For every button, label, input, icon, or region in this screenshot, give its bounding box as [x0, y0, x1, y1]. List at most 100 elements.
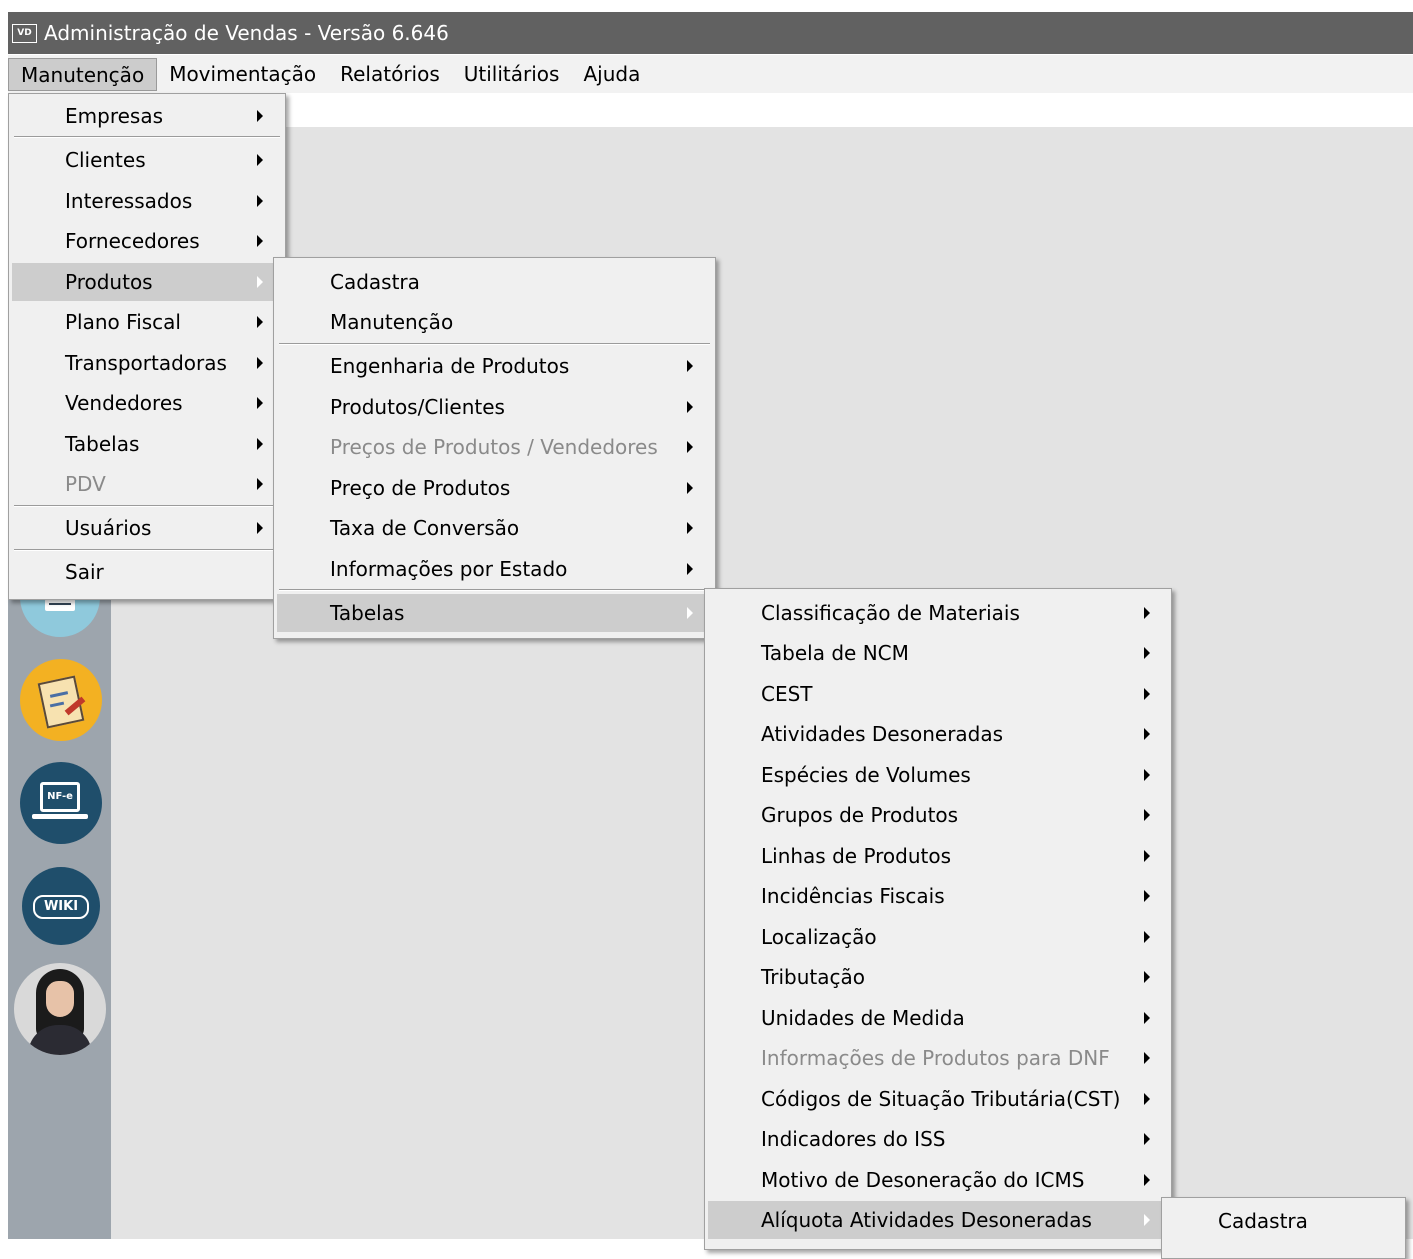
menu-separator: [14, 549, 280, 551]
menu-item-label: Grupos de Produtos: [761, 803, 959, 827]
menu-item-tabela-de-ncm[interactable]: Tabela de NCM: [708, 634, 1168, 672]
menu-item-pdv[interactable]: PDV: [12, 465, 282, 503]
submenu-arrow-icon: [687, 607, 693, 619]
menu-manutencao-dropdown: Empresas Clientes Interessados Fornecedores…: [8, 93, 286, 600]
menu-item-engenharia-de-produtos[interactable]: Engenharia de Produtos: [277, 347, 712, 385]
submenu-arrow-icon: [687, 522, 693, 534]
submenu-arrow-icon: [257, 276, 263, 288]
menu-item-preco-de-produtos[interactable]: Preço de Produtos: [277, 469, 712, 507]
menu-item-label: Sair: [65, 560, 104, 584]
submenu-arrow-icon: [687, 360, 693, 372]
menu-item-vendedores[interactable]: Vendedores: [12, 384, 282, 422]
menu-movimentacao[interactable]: Movimentação: [157, 58, 328, 91]
submenu-arrow-icon: [1144, 769, 1150, 781]
menu-ajuda[interactable]: Ajuda: [571, 58, 652, 91]
menu-item-empresas[interactable]: Empresas: [12, 97, 282, 135]
menu-item-grupos-de-produtos[interactable]: Grupos de Produtos: [708, 796, 1168, 834]
document-edit-icon[interactable]: [20, 659, 102, 741]
menu-item-label: Preços de Produtos / Vendedores: [330, 435, 658, 459]
submenu-arrow-icon: [1144, 607, 1150, 619]
menu-item-precos-de-produtos-vendedores[interactable]: Preços de Produtos / Vendedores: [277, 428, 712, 466]
nfe-laptop-icon[interactable]: NF-e: [20, 762, 102, 844]
menu-item-produtos-clientes[interactable]: Produtos/Clientes: [277, 388, 712, 426]
title-bar: VD Administração de Vendas - Versão 6.64…: [8, 12, 1413, 54]
wiki-icon[interactable]: WIKI: [22, 867, 100, 945]
submenu-arrow-icon: [1144, 931, 1150, 943]
submenu-arrow-icon: [1144, 1012, 1150, 1024]
menu-item-sair[interactable]: Sair: [12, 553, 282, 591]
nfe-label: NF-e: [47, 791, 73, 802]
menu-item-label: Cadastra: [330, 270, 420, 294]
menu-item-label: Tabela de NCM: [761, 641, 909, 665]
menu-item-label: Informações por Estado: [330, 557, 568, 581]
menu-item-label: CEST: [761, 682, 813, 706]
menu-item-taxa-de-conversao[interactable]: Taxa de Conversão: [277, 509, 712, 547]
submenu-arrow-icon: [1144, 1214, 1150, 1226]
submenu-arrow-icon: [257, 438, 263, 450]
submenu-arrow-icon: [257, 235, 263, 247]
assistant-avatar-icon[interactable]: [14, 963, 106, 1055]
submenu-arrow-icon: [1144, 1093, 1150, 1105]
submenu-arrow-icon: [1144, 809, 1150, 821]
menu-item-label: Preço de Produtos: [330, 476, 511, 500]
menu-item-label: Tabelas: [330, 601, 405, 625]
app-icon[interactable]: VD: [12, 23, 37, 43]
menu-item-label: Tabelas: [65, 432, 140, 456]
menu-item-cadastra[interactable]: Cadastra: [277, 263, 712, 301]
menu-utilitarios[interactable]: Utilitários: [452, 58, 572, 91]
menu-item-transportadoras[interactable]: Transportadoras: [12, 344, 282, 382]
menu-item-plano-fiscal[interactable]: Plano Fiscal: [12, 303, 282, 341]
menu-relatorios[interactable]: Relatórios: [328, 58, 452, 91]
submenu-arrow-icon: [687, 482, 693, 494]
menu-separator: [279, 343, 710, 345]
menu-item-tabelas[interactable]: Tabelas: [12, 425, 282, 463]
menu-item-label: Interessados: [65, 189, 193, 213]
menu-item-manutencao[interactable]: Manutenção: [277, 303, 712, 341]
menu-item-aliquota-atividades-desoneradas[interactable]: Alíquota Atividades Desoneradas: [708, 1201, 1168, 1239]
menu-item-linhas-de-produtos[interactable]: Linhas de Produtos: [708, 837, 1168, 875]
menu-manutencao[interactable]: Manutenção: [8, 57, 158, 91]
menu-item-cest[interactable]: CEST: [708, 675, 1168, 713]
menu-item-cadastra[interactable]: Cadastra: [1165, 1202, 1402, 1240]
menu-item-unidades-de-medida[interactable]: Unidades de Medida: [708, 999, 1168, 1037]
menu-item-label: Cadastra: [1218, 1209, 1308, 1233]
submenu-arrow-icon: [257, 357, 263, 369]
menu-item-interessados[interactable]: Interessados: [12, 182, 282, 220]
menu-item-label: Clientes: [65, 148, 146, 172]
menu-tabelas-submenu: Classificação de Materiais Tabela de NCM C…: [704, 588, 1172, 1250]
menu-item-atividades-desoneradas[interactable]: Atividades Desoneradas: [708, 715, 1168, 753]
menu-item-tabelas[interactable]: Tabelas: [277, 594, 712, 632]
menu-item-incidencias-fiscais[interactable]: Incidências Fiscais: [708, 877, 1168, 915]
menu-item-label: Engenharia de Produtos: [330, 354, 570, 378]
menu-item-informacoes-de-produtos-para-dnf[interactable]: Informações de Produtos para DNF: [708, 1039, 1168, 1077]
submenu-arrow-icon: [1144, 647, 1150, 659]
submenu-arrow-icon: [1144, 1174, 1150, 1186]
menu-item-classificacao-de-materiais[interactable]: Classificação de Materiais: [708, 594, 1168, 632]
menu-item-fornecedores[interactable]: Fornecedores: [12, 222, 282, 260]
menu-item-label: Localização: [761, 925, 877, 949]
menu-item-codigos-de-situacao-tributaria-cst[interactable]: Códigos de Situação Tributária(CST): [708, 1080, 1168, 1118]
menu-item-label: Plano Fiscal: [65, 310, 181, 334]
submenu-arrow-icon: [257, 195, 263, 207]
menu-item-label: Transportadoras: [65, 351, 227, 375]
submenu-arrow-icon: [257, 316, 263, 328]
menu-item-usuarios[interactable]: Usuários: [12, 509, 282, 547]
menu-item-label: Produtos/Clientes: [330, 395, 505, 419]
menu-item-label: Fornecedores: [65, 229, 200, 253]
menu-item-clientes[interactable]: Clientes: [12, 141, 282, 179]
menu-item-label: Unidades de Medida: [761, 1006, 965, 1030]
menu-item-label: Espécies de Volumes: [761, 763, 971, 787]
menu-item-tributacao[interactable]: Tributação: [708, 958, 1168, 996]
menu-item-indicadores-do-iss[interactable]: Indicadores do ISS: [708, 1120, 1168, 1158]
submenu-arrow-icon: [1144, 688, 1150, 700]
submenu-arrow-icon: [257, 110, 263, 122]
menu-item-label: Produtos: [65, 270, 153, 294]
menu-item-label: Atividades Desoneradas: [761, 722, 1004, 746]
menu-item-informacoes-por-estado[interactable]: Informações por Estado: [277, 550, 712, 588]
menu-item-motivo-de-desoneracao-do-icms[interactable]: Motivo de Desoneração do ICMS: [708, 1161, 1168, 1199]
menu-item-produtos[interactable]: Produtos: [12, 263, 282, 301]
menu-item-especies-de-volumes[interactable]: Espécies de Volumes: [708, 756, 1168, 794]
menu-item-label: Motivo de Desoneração do ICMS: [761, 1168, 1085, 1192]
menu-item-label: Informações de Produtos para DNF: [761, 1046, 1110, 1070]
menu-item-localizacao[interactable]: Localização: [708, 918, 1168, 956]
